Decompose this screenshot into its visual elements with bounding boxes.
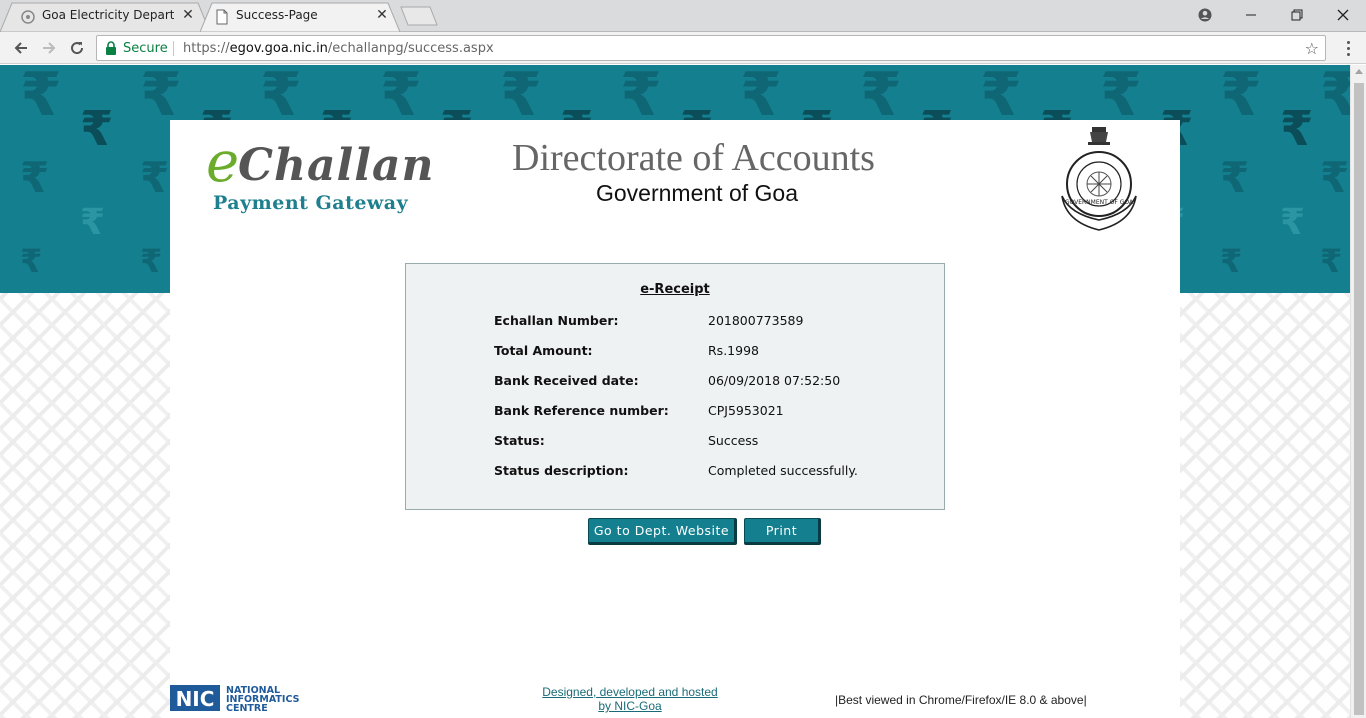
receipt-value: Completed successfully. (708, 463, 858, 478)
rupee-pattern-icon: ₹ (140, 242, 163, 280)
back-button[interactable] (10, 37, 32, 59)
nic-logo-letters: NIC (176, 687, 215, 711)
rupee-pattern-icon: ₹ (20, 242, 43, 280)
content-panel: e Challan Payment Gateway Directorate of… (170, 120, 1180, 718)
tab-title: Success-Page (236, 8, 318, 22)
rupee-pattern-icon: ₹ (1100, 65, 1142, 130)
new-tab-button[interactable] (400, 6, 438, 26)
omnibox-separator (173, 41, 174, 56)
government-emblem-favicon-icon (21, 10, 35, 24)
rupee-pattern-icon: ₹ (740, 65, 782, 130)
page-viewport: ₹₹₹₹₹₹₹₹₹₹₹₹₹₹₹₹₹₹₹₹₹₹₹₹₹₹₹₹₹₹₹₹₹₹₹₹₹₹₹₹… (0, 65, 1350, 718)
rupee-pattern-icon: ₹ (1320, 153, 1350, 202)
tab-title: Goa Electricity Departme (42, 8, 174, 22)
receipt-title: e-Receipt (640, 282, 710, 297)
designed-line2: by NIC-Goa (598, 699, 662, 713)
forward-arrow-icon (43, 42, 56, 54)
receipt-value: Success (708, 433, 759, 448)
receipt-label: Bank Received date: (494, 373, 639, 388)
logo-challan: Challan (238, 140, 435, 191)
rupee-pattern-icon: ₹ (1320, 65, 1350, 130)
close-tab-icon[interactable]: ✕ (374, 7, 390, 23)
rupee-pattern-icon: ₹ (80, 202, 106, 243)
browser-toolbar: Secure https://egov.goa.nic.in/echallanp… (0, 32, 1366, 64)
receipt-label: Echallan Number: (494, 313, 619, 328)
page-title: Directorate of Accounts (512, 137, 875, 179)
reload-icon (71, 42, 84, 55)
page-icon (216, 9, 228, 25)
receipt-label: Total Amount: (494, 343, 593, 358)
rupee-pattern-icon: ₹ (140, 65, 182, 130)
goa-government-emblem-icon: GOVERNMENT OF GOA (1061, 127, 1137, 231)
receipt-label: Status: (494, 433, 545, 448)
scrollbar-thumb[interactable] (1354, 83, 1364, 715)
designed-by-nic-link[interactable]: Designed, developed and hosted by NIC-Go… (530, 685, 730, 713)
rupee-pattern-icon: ₹ (80, 101, 114, 157)
receipt-value: 06/09/2018 07:52:50 (708, 373, 841, 388)
address-bar[interactable]: Secure https://egov.goa.nic.in/echallanp… (96, 35, 1326, 61)
scroll-up-arrow-icon[interactable] (1355, 69, 1363, 74)
rupee-pattern-icon: ₹ (260, 65, 302, 130)
close-tab-icon[interactable]: ✕ (180, 7, 196, 23)
rupee-pattern-icon: ₹ (1280, 202, 1306, 243)
url-path: /echallanpg/success.aspx (327, 41, 494, 56)
reload-button[interactable] (66, 37, 88, 59)
receipt-value: CPJ5953021 (708, 403, 784, 418)
lock-icon (106, 41, 116, 55)
receipt-label: Bank Reference number: (494, 403, 669, 418)
rupee-pattern-icon: ₹ (860, 65, 902, 130)
receipt-value: Rs.1998 (708, 343, 759, 358)
url-host: egov.goa.nic.in (229, 41, 328, 56)
restore-window-button[interactable] (1274, 0, 1320, 30)
designed-line1: Designed, developed and hosted (542, 685, 718, 699)
rupee-pattern-icon: ₹ (1280, 101, 1314, 157)
minimize-window-button[interactable] (1228, 0, 1274, 30)
rupee-pattern-icon: ₹ (500, 65, 542, 130)
page-subtitle: Government of Goa (596, 180, 798, 206)
rupee-pattern-icon: ₹ (1220, 65, 1262, 130)
rupee-pattern-icon: ₹ (1320, 242, 1343, 280)
url-scheme: https:// (183, 41, 230, 56)
bookmark-star-icon[interactable]: ☆ (1305, 39, 1319, 58)
print-button[interactable]: Print (744, 518, 821, 545)
go-to-dept-website-button[interactable]: Go to Dept. Website (588, 518, 737, 545)
nic-logo-line3: CENTRE (226, 703, 268, 713)
forward-button[interactable] (38, 37, 60, 59)
receipt-label: Status description: (494, 463, 629, 478)
rupee-pattern-icon: ₹ (140, 153, 170, 202)
rupee-pattern-icon: ₹ (20, 153, 50, 202)
rupee-pattern-icon: ₹ (20, 65, 62, 130)
browser-menu-icon[interactable] (1338, 38, 1358, 58)
account-icon[interactable] (1182, 0, 1228, 30)
rupee-pattern-icon: ₹ (1220, 242, 1243, 280)
logo-subtitle: Payment Gateway (213, 192, 409, 214)
receipt-value: 201800773589 (708, 313, 804, 328)
logo-e: e (206, 130, 240, 195)
best-viewed-note: |Best viewed in Chrome/Firefox/IE 8.0 & … (835, 693, 1087, 707)
rupee-pattern-icon: ₹ (1220, 153, 1250, 202)
browser-tab-strip: Goa Electricity Departme ✕ Success-Page … (0, 0, 1366, 32)
rupee-pattern-icon: ₹ (380, 65, 422, 130)
tab-success-page[interactable]: Success-Page ✕ (200, 2, 400, 32)
url-text[interactable]: https://egov.goa.nic.in/echallanpg/succe… (183, 41, 494, 56)
tab-goa-electricity[interactable]: Goa Electricity Departme ✕ (0, 2, 210, 32)
secure-label: Secure (123, 41, 168, 56)
nic-logo: NIC NATIONAL INFORMATICS CENTRE (170, 685, 300, 713)
back-arrow-icon (14, 42, 27, 54)
page-scrollbar[interactable] (1350, 65, 1366, 718)
e-receipt-box: e-Receipt Echallan Number: 201800773589 … (405, 263, 945, 510)
rupee-pattern-icon: ₹ (980, 65, 1022, 130)
emblem-text: GOVERNMENT OF GOA (1065, 199, 1134, 206)
rupee-pattern-icon: ₹ (620, 65, 662, 130)
close-window-button[interactable] (1320, 0, 1366, 30)
